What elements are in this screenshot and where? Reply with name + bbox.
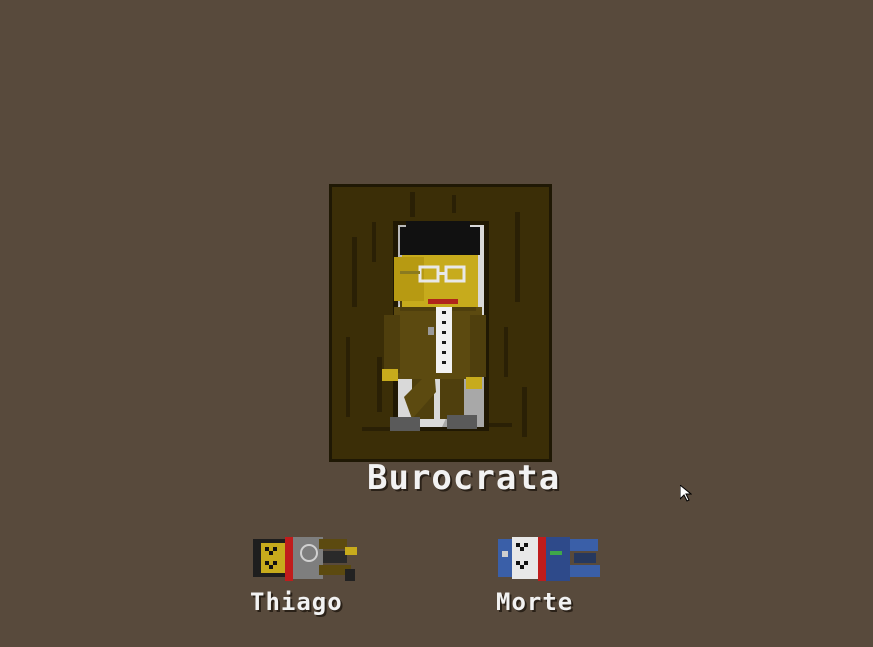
arrow-cursor-icon	[680, 485, 692, 502]
thiago-corpse-sprite[interactable]	[253, 535, 357, 583]
dead-character-name-morte: Morte	[496, 588, 574, 616]
dead-character-name-thiago: Thiago	[250, 588, 343, 616]
burocrata-sprite	[346, 192, 527, 437]
selected-character-name: Burocrata	[367, 458, 561, 498]
character-portrait-frame[interactable]	[329, 184, 552, 462]
morte-corpse-sprite[interactable]	[498, 535, 602, 583]
